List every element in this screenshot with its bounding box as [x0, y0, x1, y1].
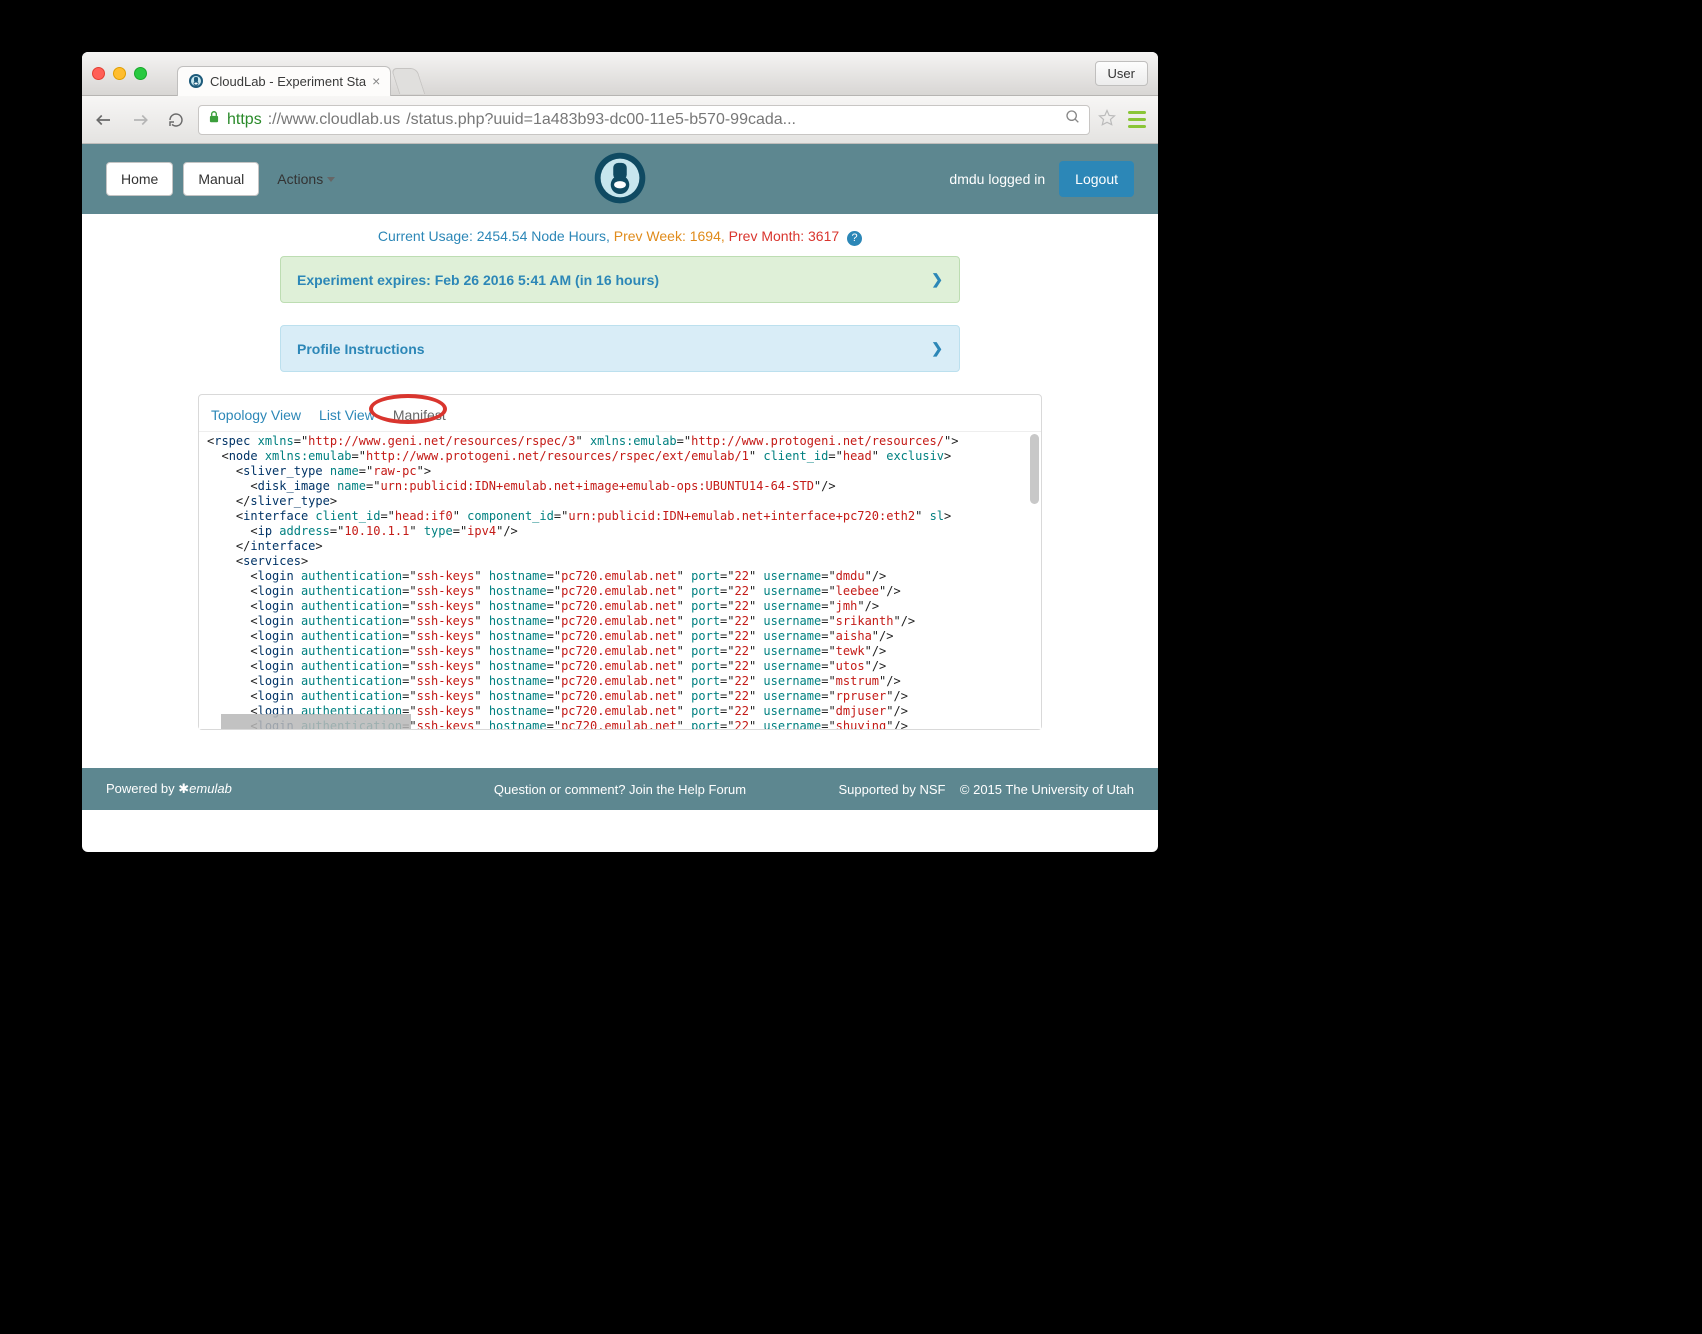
- tab-list[interactable]: List View: [319, 407, 375, 423]
- chevron-right-icon: ❯: [931, 340, 943, 357]
- help-icon[interactable]: ?: [847, 231, 862, 246]
- actions-label: Actions: [277, 171, 323, 187]
- window-titlebar: CloudLab - Experiment Sta × User: [82, 52, 1158, 96]
- new-tab-button[interactable]: [391, 68, 425, 94]
- profile-instructions-text: Profile Instructions: [297, 341, 425, 357]
- prev-week-usage: Prev Week: 1694,: [614, 228, 725, 244]
- profile-instructions-panel[interactable]: Profile Instructions ❯: [280, 325, 960, 372]
- tab-manifest[interactable]: Manifest: [393, 407, 446, 423]
- zoom-window-button[interactable]: [134, 67, 147, 80]
- scrollbar[interactable]: [1030, 434, 1039, 504]
- chrome-user-button[interactable]: User: [1095, 61, 1148, 86]
- selection-highlight: [221, 714, 411, 729]
- logout-button[interactable]: Logout: [1059, 161, 1134, 197]
- cloudlab-logo[interactable]: [593, 151, 647, 208]
- search-icon[interactable]: [1065, 109, 1081, 130]
- window-controls: [92, 67, 147, 80]
- url-scheme: https: [227, 111, 262, 129]
- logged-in-text: dmdu logged in: [949, 171, 1045, 187]
- close-tab-icon[interactable]: ×: [372, 73, 380, 89]
- address-bar[interactable]: https ://www.cloudlab.us/status.php?uuid=…: [198, 105, 1090, 135]
- close-window-button[interactable]: [92, 67, 105, 80]
- manual-button[interactable]: Manual: [183, 162, 259, 196]
- page: Home Manual Actions dmdu logged in Logou…: [82, 144, 1158, 810]
- home-button[interactable]: Home: [106, 162, 173, 196]
- chevron-right-icon: ❯: [931, 271, 943, 288]
- usage-summary: Current Usage: 2454.54 Node Hours, Prev …: [82, 220, 1158, 256]
- copyright: © 2015 The University of Utah: [960, 782, 1134, 797]
- back-button[interactable]: [90, 106, 118, 134]
- tab-topology[interactable]: Topology View: [211, 407, 301, 423]
- lock-icon: [207, 110, 221, 129]
- chrome-menu-button[interactable]: [1124, 111, 1150, 128]
- reload-button[interactable]: [162, 106, 190, 134]
- minimize-window-button[interactable]: [113, 67, 126, 80]
- experiment-details-box: Topology View List View Manifest <rspec …: [198, 394, 1042, 730]
- footer-right: Supported by NSF © 2015 The University o…: [839, 782, 1135, 797]
- help-forum-link[interactable]: Question or comment? Join the Help Forum: [494, 782, 746, 797]
- forward-button: [126, 106, 154, 134]
- site-footer: Powered by ✱emulab Question or comment? …: [82, 768, 1158, 810]
- powered-by-text: Powered by ✱emulab: [106, 781, 232, 797]
- caret-down-icon: [327, 177, 335, 182]
- url-domain: ://www.cloudlab.us: [268, 111, 401, 129]
- browser-tab-active[interactable]: CloudLab - Experiment Sta ×: [177, 66, 391, 96]
- browser-tab-title: CloudLab - Experiment Sta: [210, 74, 366, 89]
- url-path: /status.php?uuid=1a483b93-dc00-11e5-b570…: [406, 111, 796, 129]
- supported-by: Supported by NSF: [839, 782, 946, 797]
- prev-month-usage: Prev Month: 3617: [729, 228, 840, 244]
- header-right: dmdu logged in Logout: [949, 161, 1134, 197]
- expiry-text: Experiment expires: Feb 26 2016 5:41 AM …: [297, 272, 659, 288]
- cloudlab-favicon-icon: [188, 73, 204, 89]
- content-area: Current Usage: 2454.54 Node Hours, Prev …: [82, 214, 1158, 748]
- current-usage: Current Usage: 2454.54 Node Hours,: [378, 228, 610, 244]
- bookmark-star-icon[interactable]: [1098, 109, 1116, 130]
- experiment-expiry-panel[interactable]: Experiment expires: Feb 26 2016 5:41 AM …: [280, 256, 960, 303]
- manifest-code-view[interactable]: <rspec xmlns="http://www.geni.net/resour…: [199, 431, 1041, 729]
- view-tabs: Topology View List View Manifest: [199, 405, 1041, 431]
- actions-dropdown[interactable]: Actions: [277, 171, 335, 187]
- site-header: Home Manual Actions dmdu logged in Logou…: [82, 144, 1158, 214]
- browser-window: CloudLab - Experiment Sta × User https :/…: [82, 52, 1158, 852]
- browser-toolbar: https ://www.cloudlab.us/status.php?uuid=…: [82, 96, 1158, 144]
